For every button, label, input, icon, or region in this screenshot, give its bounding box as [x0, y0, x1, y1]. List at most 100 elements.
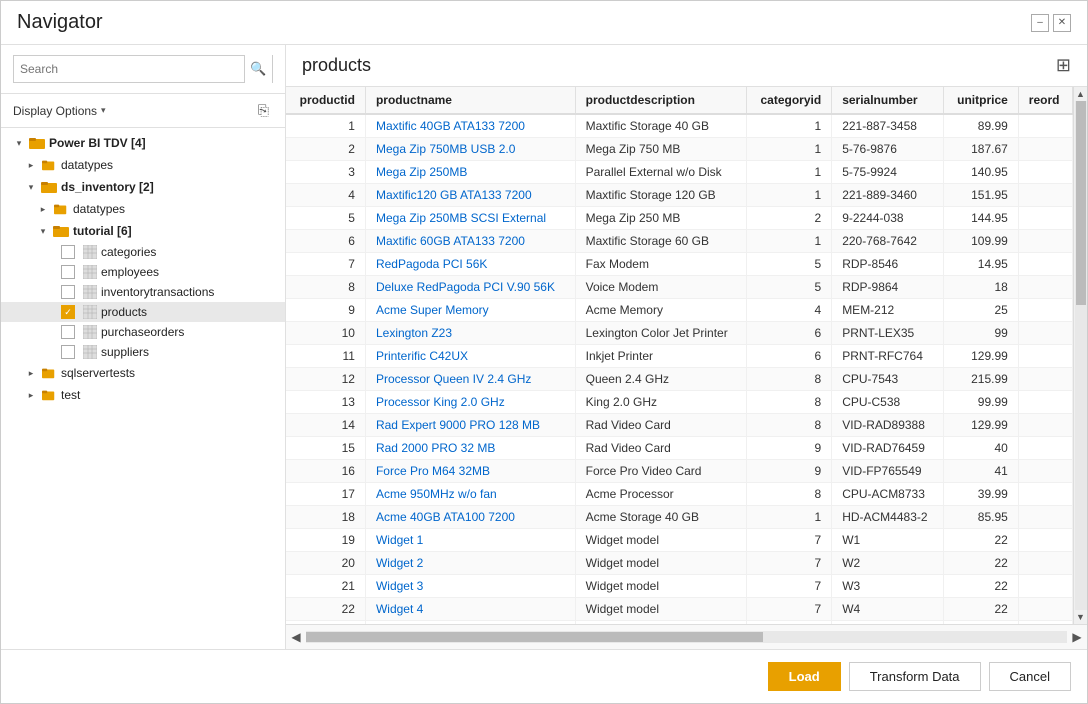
tree-item-datatypes1[interactable]: ▸datatypes	[1, 154, 285, 176]
table-cell: 40	[943, 437, 1018, 460]
table-row[interactable]: 12Processor Queen IV 2.4 GHzQueen 2.4 GH…	[286, 368, 1073, 391]
table-row[interactable]: 23Widget 5Widget model7W522	[286, 621, 1073, 625]
table-cell: 1	[746, 138, 832, 161]
table-row[interactable]: 1Maxtific 40GB ATA133 7200Maxtific Stora…	[286, 114, 1073, 138]
table-cell: RedPagoda PCI 56K	[365, 253, 575, 276]
table-row[interactable]: 20Widget 2Widget model7W222	[286, 552, 1073, 575]
chevron-icon: ▾	[25, 181, 37, 193]
table-cell: 7	[746, 621, 832, 625]
tree-item-tutorial[interactable]: ▾ tutorial [6]	[1, 220, 285, 242]
chevron-icon: ▸	[37, 203, 49, 215]
load-button[interactable]: Load	[768, 662, 841, 691]
table-cell: 129.99	[943, 345, 1018, 368]
table-row[interactable]: 4Maxtific120 GB ATA133 7200Maxtific Stor…	[286, 184, 1073, 207]
transform-data-button[interactable]: Transform Data	[849, 662, 981, 691]
dialog-title: Navigator	[17, 11, 1031, 34]
table-cell: 1	[286, 114, 365, 138]
table-cell: Mega Zip 250 MB	[575, 207, 746, 230]
table-row[interactable]: 3Mega Zip 250MBParallel External w/o Dis…	[286, 161, 1073, 184]
table-cell: 2	[746, 207, 832, 230]
search-input[interactable]	[14, 62, 244, 76]
tree-item-sqlservertests[interactable]: ▸sqlservertests	[1, 362, 285, 384]
table-cell: 7	[746, 598, 832, 621]
table-container[interactable]: productidproductnameproductdescriptionca…	[286, 87, 1073, 624]
tree-item-employees[interactable]: employees	[1, 262, 285, 282]
tree-item-label: datatypes	[61, 158, 113, 172]
table-row[interactable]: 21Widget 3Widget model7W322	[286, 575, 1073, 598]
minimize-button[interactable]: –	[1031, 14, 1049, 32]
display-options-button[interactable]: Display Options ▾	[13, 104, 106, 118]
table-cell: 8	[746, 483, 832, 506]
table-row[interactable]: 5Mega Zip 250MB SCSI ExternalMega Zip 25…	[286, 207, 1073, 230]
tree-item-label: tutorial [6]	[73, 224, 132, 238]
table-cell: 15	[286, 437, 365, 460]
tree-item-suppliers[interactable]: suppliers	[1, 342, 285, 362]
table-cell: 10	[286, 322, 365, 345]
scroll-down-arrow[interactable]: ▼	[1074, 610, 1088, 624]
search-icon[interactable]: 🔍	[244, 55, 272, 83]
cancel-button[interactable]: Cancel	[989, 662, 1071, 691]
folder-closed-icon	[41, 157, 57, 173]
table-cell: Acme Super Memory	[365, 299, 575, 322]
table-row[interactable]: 7RedPagoda PCI 56KFax Modem5RDP-854614.9…	[286, 253, 1073, 276]
column-header-productname: productname	[365, 87, 575, 114]
table-row[interactable]: 19Widget 1Widget model7W122	[286, 529, 1073, 552]
table-checkbox[interactable]	[61, 285, 75, 299]
scroll-track-v[interactable]	[1075, 101, 1087, 610]
table-row[interactable]: 14Rad Expert 9000 PRO 128 MBRad Video Ca…	[286, 414, 1073, 437]
table-cell: Widget model	[575, 552, 746, 575]
table-checkbox[interactable]	[61, 245, 75, 259]
table-row[interactable]: 11Printerific C42UXInkjet Printer6PRNT-R…	[286, 345, 1073, 368]
scroll-left-arrow[interactable]: ◀	[286, 627, 306, 647]
chevron-icon: ▾	[37, 225, 49, 237]
column-header-productid: productid	[286, 87, 365, 114]
title-bar: Navigator – ✕	[1, 1, 1087, 45]
table-cell: 4	[286, 184, 365, 207]
table-row[interactable]: 10Lexington Z23Lexington Color Jet Print…	[286, 322, 1073, 345]
table-row[interactable]: 6Maxtific 60GB ATA133 7200Maxtific Stora…	[286, 230, 1073, 253]
table-cell: RDP-8546	[832, 253, 943, 276]
table-cell: RDP-9864	[832, 276, 943, 299]
tree-item-inventorytransactions[interactable]: inventorytransactions	[1, 282, 285, 302]
table-checkbox[interactable]	[61, 265, 75, 279]
table-cell	[1018, 276, 1072, 299]
table-checkbox[interactable]	[61, 325, 75, 339]
table-cell: Voice Modem	[575, 276, 746, 299]
close-button[interactable]: ✕	[1053, 14, 1071, 32]
tree-item-datatypes2[interactable]: ▸datatypes	[1, 198, 285, 220]
table-row[interactable]: 2Mega Zip 750MB USB 2.0Mega Zip 750 MB15…	[286, 138, 1073, 161]
table-row[interactable]: 17Acme 950MHz w/o fanAcme Processor8CPU-…	[286, 483, 1073, 506]
tree-item-ds_inventory[interactable]: ▾ds_inventory [2]	[1, 176, 285, 198]
tree-item-root[interactable]: ▾Power BI TDV [4]	[1, 132, 285, 154]
tree-item-purchaseorders[interactable]: purchaseorders	[1, 322, 285, 342]
table-row[interactable]: 13Processor King 2.0 GHzKing 2.0 GHz8CPU…	[286, 391, 1073, 414]
table-row[interactable]: 8Deluxe RedPagoda PCI V.90 56KVoice Mode…	[286, 276, 1073, 299]
tree-item-test[interactable]: ▸test	[1, 384, 285, 406]
table-cell: 22	[943, 529, 1018, 552]
spacer	[49, 346, 61, 358]
scroll-track-h[interactable]	[306, 631, 1067, 643]
table-checkbox[interactable]	[61, 345, 75, 359]
table-cell: Lexington Z23	[365, 322, 575, 345]
scroll-up-arrow[interactable]: ▲	[1074, 87, 1088, 101]
tree-item-categories[interactable]: categories	[1, 242, 285, 262]
vertical-scrollbar[interactable]: ▲ ▼	[1073, 87, 1087, 624]
table-row[interactable]: 15Rad 2000 PRO 32 MBRad Video Card9VID-R…	[286, 437, 1073, 460]
horizontal-scrollbar[interactable]: ◀ ▶	[286, 624, 1087, 649]
table-row[interactable]: 18Acme 40GB ATA100 7200Acme Storage 40 G…	[286, 506, 1073, 529]
table-row[interactable]: 22Widget 4Widget model7W422	[286, 598, 1073, 621]
table-checkbox[interactable]: ✓	[61, 305, 75, 319]
scroll-thumb-h[interactable]	[306, 632, 763, 642]
scroll-thumb-v[interactable]	[1076, 101, 1086, 305]
table-cell: 9	[746, 460, 832, 483]
scroll-right-arrow[interactable]: ▶	[1067, 627, 1087, 647]
refresh-button[interactable]: ⎘	[254, 100, 273, 121]
table-cell: VID-RAD76459	[832, 437, 943, 460]
table-cell: W2	[832, 552, 943, 575]
export-icon[interactable]: ⊞	[1056, 55, 1071, 76]
table-cell: 12	[286, 368, 365, 391]
tree-item-products[interactable]: ✓products	[1, 302, 285, 322]
table-cell: 1	[746, 184, 832, 207]
table-row[interactable]: 9Acme Super MemoryAcme Memory4MEM-21225	[286, 299, 1073, 322]
table-row[interactable]: 16Force Pro M64 32MBForce Pro Video Card…	[286, 460, 1073, 483]
